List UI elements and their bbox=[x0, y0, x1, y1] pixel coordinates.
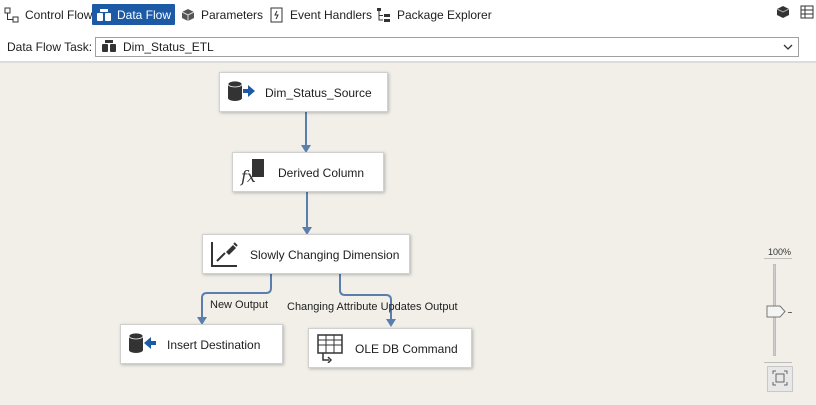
path-changing-output[interactable] bbox=[339, 274, 392, 320]
zoom-level-label: 100% bbox=[768, 247, 792, 257]
component-label: Derived Column bbox=[278, 166, 365, 180]
path-label-changing-output[interactable]: Changing Attribute Updates Output bbox=[287, 301, 458, 313]
component-label: Slowly Changing Dimension bbox=[250, 248, 400, 262]
path-label-new-output[interactable]: New Output bbox=[210, 299, 268, 311]
zoom-tick-mark bbox=[788, 312, 792, 313]
zoom-to-fit-button[interactable] bbox=[767, 366, 793, 392]
component-label: Insert Destination bbox=[167, 338, 261, 352]
component-slowly-changing-dimension[interactable]: Slowly Changing Dimension bbox=[202, 234, 410, 274]
component-label: OLE DB Command bbox=[355, 342, 458, 356]
component-derived-column[interactable]: fx Derived Column bbox=[232, 152, 384, 192]
component-insert-destination[interactable]: Insert Destination bbox=[120, 324, 283, 364]
ole-db-destination-icon bbox=[127, 329, 157, 359]
component-dim-status-source[interactable]: Dim_Status_Source bbox=[219, 72, 388, 112]
scd-icon bbox=[209, 239, 239, 269]
component-label: Dim_Status_Source bbox=[265, 86, 372, 100]
svg-text:fx: fx bbox=[240, 167, 256, 186]
ole-db-source-icon bbox=[226, 77, 256, 107]
arrow-head bbox=[386, 319, 396, 327]
zoom-slider-thumb[interactable] bbox=[766, 305, 786, 318]
ole-db-command-icon bbox=[315, 333, 345, 364]
fit-to-window-icon bbox=[772, 370, 788, 389]
component-ole-db-command[interactable]: OLE DB Command bbox=[308, 328, 472, 368]
path-new-output[interactable] bbox=[201, 274, 272, 318]
zoom-divider bbox=[764, 258, 792, 259]
derived-column-icon: fx bbox=[239, 157, 269, 187]
zoom-divider bbox=[764, 362, 792, 363]
